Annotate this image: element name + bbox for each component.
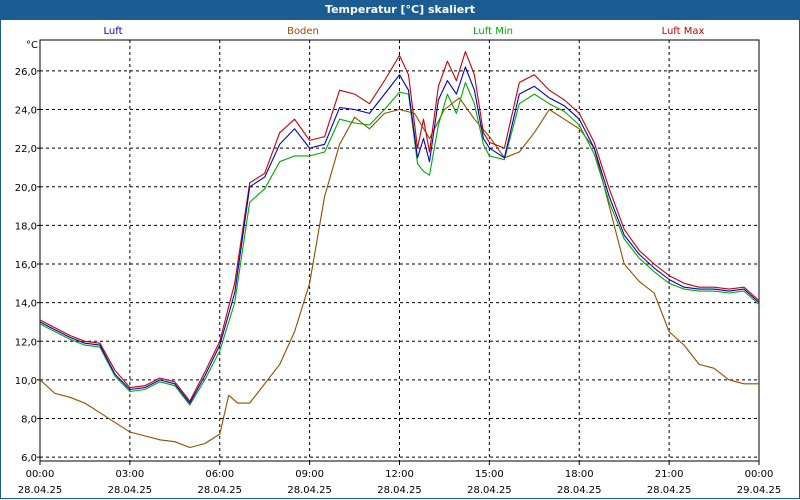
- x-tick-time-label: 06:00: [205, 469, 234, 480]
- x-tick-date-label: 28.04.25: [647, 485, 692, 496]
- y-tick-label: 18,0: [15, 221, 37, 232]
- x-tick-time-label: 15:00: [475, 469, 504, 480]
- x-tick-time-label: 03:00: [115, 469, 144, 480]
- legend-luft: Luft: [104, 26, 123, 37]
- legend-luft-min: Luft Min: [473, 26, 513, 37]
- x-tick-date-label: 28.04.25: [377, 485, 422, 496]
- x-tick-time-label: 18:00: [565, 469, 594, 480]
- y-axis: 6,0 8,0 10,0 12,0 14,0 16,0 18,0 20,0 22,0 24,0 26…: [15, 67, 40, 464]
- y-tick-label: 8,0: [21, 415, 37, 426]
- y-tick-label: 12,0: [15, 337, 37, 348]
- x-tick-time-label: 12:00: [385, 469, 414, 480]
- x-tick-date-label: 28.04.25: [18, 485, 63, 496]
- x-tick-date-label: 29.04.25: [737, 485, 782, 496]
- chart-window: Temperatur [°C] skaliert 6,0 8,0 10,0 12,0 1…: [0, 0, 800, 500]
- y-tick-label: 20,0: [15, 183, 37, 194]
- x-tick-time-label: 00:00: [26, 469, 55, 480]
- y-tick-label: 16,0: [15, 260, 37, 271]
- y-axis-unit: °C: [26, 40, 38, 51]
- x-tick-time-label: 21:00: [655, 469, 684, 480]
- x-tick-date-label: 28.04.25: [197, 485, 242, 496]
- legend-luft-max: Luft Max: [662, 26, 705, 37]
- y-tick-label: 14,0: [15, 299, 37, 310]
- x-tick-date-label: 28.04.25: [467, 485, 512, 496]
- x-tick-date-label: 28.04.25: [557, 485, 602, 496]
- x-tick-time-label: 09:00: [295, 469, 324, 480]
- temperature-chart: 6,0 8,0 10,0 12,0 14,0 16,0 18,0 20,0 22,0 24,0 26…: [15, 26, 782, 496]
- y-tick-label: 22,0: [15, 144, 37, 155]
- x-tick-date-label: 28.04.25: [287, 485, 332, 496]
- y-tick-label: 6,0: [21, 453, 37, 464]
- x-tick-time-label: 00:00: [745, 469, 774, 480]
- legend: Luft Boden Luft Min Luft Max: [104, 26, 705, 37]
- grid-lines: [40, 40, 759, 461]
- x-axis: 00:00 28.04.25 03:00 28.04.25 06:00 28.04.25 0…: [18, 461, 782, 496]
- legend-boden: Boden: [287, 26, 319, 37]
- x-tick-date-label: 28.04.25: [108, 485, 153, 496]
- y-tick-label: 24,0: [15, 106, 37, 117]
- y-tick-label: 10,0: [15, 376, 37, 387]
- y-tick-label: 26,0: [15, 67, 37, 78]
